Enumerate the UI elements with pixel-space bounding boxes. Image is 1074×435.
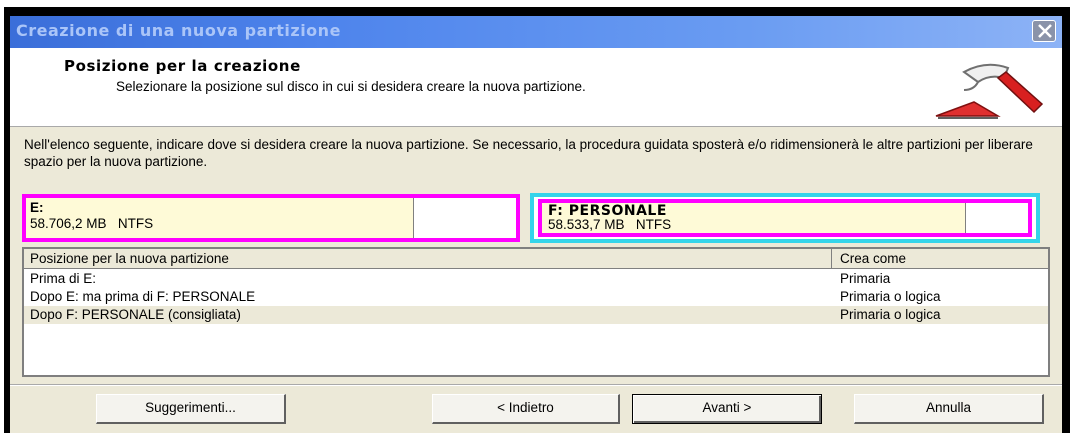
partition-block-f[interactable]: F: PERSONALE 58.533,7 MB NTFS [538,199,1032,237]
position-list[interactable]: Posizione per la nuova partizione Crea c… [22,247,1050,377]
wizard-window: Creazione di una nuova partizione Posizi… [10,16,1062,433]
page-title: Posizione per la creazione [64,57,301,75]
list-item-position: Dopo F: PERSONALE (consigliata) [30,307,241,322]
partition-block-e[interactable]: E: 58.706,2 MB NTFS [22,194,520,242]
back-button[interactable]: < Indietro [432,394,620,424]
list-item-type: Primaria o logica [840,289,941,304]
title-bar[interactable]: Creazione di una nuova partizione [10,16,1062,48]
close-button[interactable] [1032,20,1056,42]
partition-block-f-focus[interactable]: F: PERSONALE 58.533,7 MB NTFS [530,193,1040,243]
list-header: Posizione per la nuova partizione Crea c… [24,249,1048,269]
partition-size: 58.706,2 MB NTFS [30,216,154,231]
hints-button[interactable]: Suggerimenti... [96,394,286,424]
wizard-header: Posizione per la creazione Selezionare l… [10,48,1062,127]
instructions-text: Nell'elenco seguente, indicare dove si d… [24,137,1033,169]
list-item-type: Primaria [840,271,891,286]
next-button[interactable]: Avanti > [632,394,822,424]
column-header-position[interactable]: Posizione per la nuova partizione [24,249,832,268]
partition-size: 58.533,7 MB NTFS [548,217,672,232]
cancel-button[interactable]: Annulla [854,394,1044,424]
column-header-type[interactable]: Crea come [832,249,1048,268]
hammer-icon [935,63,1044,119]
page-subtitle: Selezionare la posizione sul disco in cu… [116,79,586,94]
list-item[interactable]: Prima di E: Primaria [24,270,1048,288]
window-title: Creazione di una nuova partizione [16,21,341,40]
button-separator [10,384,1062,386]
list-item-position: Dopo E: ma prima di F: PERSONALE [30,289,256,304]
partition-name: E: [30,200,44,215]
list-item-position: Prima di E: [30,271,97,286]
list-item-selected[interactable]: Dopo F: PERSONALE (consigliata) Primaria… [24,306,1048,324]
close-icon [1038,24,1052,38]
list-item[interactable]: Dopo E: ma prima di F: PERSONALE Primari… [24,288,1048,306]
list-item-type: Primaria o logica [840,307,941,322]
